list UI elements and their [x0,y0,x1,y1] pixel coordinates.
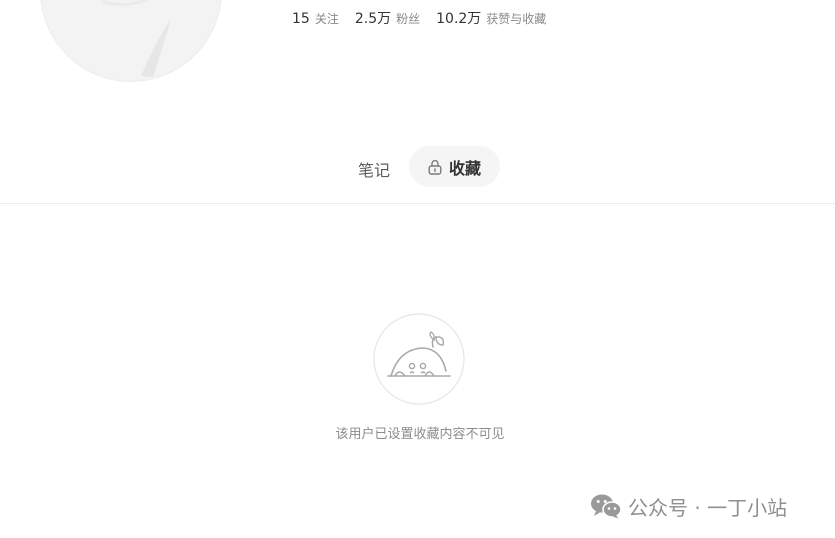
empty-state-message: 该用户已设置收藏内容不可见 [335,427,505,442]
profile-stats: 15 关注 2.5万 粉丝 10.2万 获赞与收藏 [292,8,562,28]
stat-followers[interactable]: 2.5万 粉丝 [355,8,420,28]
stat-likes-label: 获赞与收藏 [486,12,547,26]
watermark-text: 公众号 · 一丁小站 [628,495,788,520]
stat-followers-count: 2.5万 [354,11,392,27]
stat-followers-label: 粉丝 [396,12,421,26]
tab-collections[interactable]: 收藏 [409,146,500,187]
tab-collections-label: 收藏 [448,158,481,178]
avatar-brush-texture [100,0,171,77]
profile-tabs: 笔记 收藏 [0,146,835,188]
tab-notes[interactable]: 笔记 [358,157,390,181]
stat-likes: 10.2万 获赞与收藏 [436,8,546,28]
wechat-icon [591,494,622,519]
lock-icon [428,159,442,175]
avatar[interactable] [40,0,222,82]
stat-following-label: 关注 [314,12,339,26]
watermark: 公众号 · 一丁小站 [590,491,787,521]
empty-creature-icon [373,313,465,405]
stat-likes-count: 10.2万 [436,11,482,27]
tabs-divider [0,203,835,204]
profile-page: 15 关注 2.5万 粉丝 10.2万 获赞与收藏 笔记 收藏 该用户已设置收藏… [0,0,835,538]
stat-following[interactable]: 15 关注 [292,10,339,27]
stat-following-count: 15 [292,11,310,27]
